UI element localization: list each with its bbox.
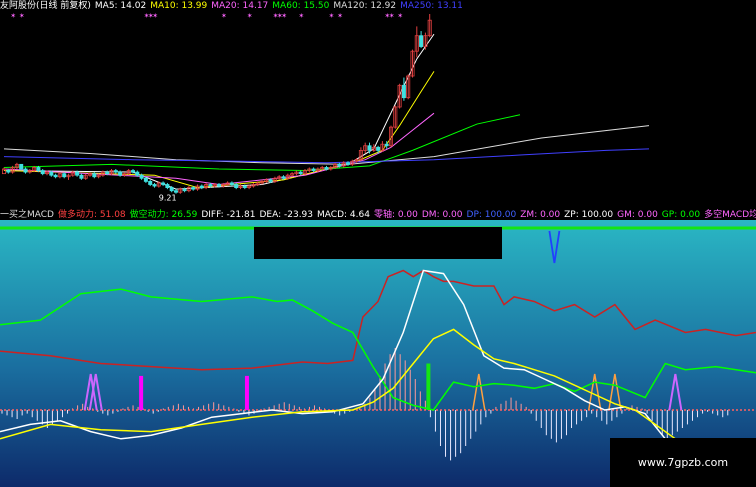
ma-line-MA10 — [3, 71, 435, 189]
price-chart: ✶ ✶ ✶✶✶ ✶ ✶ ✶✶✶ ✶ ✶ ✶ ✶✶ ✶ 9.21 — [2, 12, 650, 202]
candle-body — [118, 171, 123, 176]
candle-body — [130, 170, 135, 173]
candle-body — [40, 170, 45, 175]
indicator-legend-item-12: GP: 0.00 — [661, 210, 701, 220]
candle-body — [191, 187, 196, 190]
candle-body — [298, 171, 303, 175]
candle-body — [49, 171, 54, 176]
price-label: 9.21 — [159, 193, 177, 202]
candle-body — [143, 177, 148, 182]
price-legend-item-0: 友阿股份(日线 前复权) — [0, 1, 91, 11]
candles — [2, 14, 432, 194]
candle-body — [92, 173, 97, 178]
signal-star: ✶ — [19, 12, 25, 20]
candle-body — [234, 184, 239, 188]
candle-body — [324, 167, 329, 170]
candle-body — [36, 167, 41, 171]
signal-star: ✶ — [329, 12, 335, 20]
indicator-legend-item-3: DIFF: -21.81 — [201, 210, 256, 220]
signal-star: ✶ — [221, 12, 227, 20]
candle-body — [337, 163, 342, 167]
signal-star: ✶ — [152, 12, 158, 20]
price-legend-item-1: MA5: 14.02 — [94, 1, 147, 11]
masked-region — [254, 227, 502, 259]
candle-body — [23, 168, 28, 173]
indicator-legend-item-2: 做空动力: 26.59 — [129, 210, 198, 220]
chart-root: ✶ ✶ ✶ ✶ ✶ ✶ ✶ ✶ ✶ ✶ ✶ ✶ ✶ ✶ ✶ ✶ 9.21 友阿股份(日线 前复权) MA5: 1… — [0, 0, 756, 487]
candle-body — [367, 145, 372, 151]
signal-star: ✶ — [247, 12, 253, 20]
indicator-legend-item-7: DM: 0.00 — [421, 210, 463, 220]
candle-body — [199, 185, 204, 189]
candle-body — [53, 174, 58, 178]
indicator-legend-item-10: ZP: 100.00 — [564, 210, 614, 220]
signal-star: ✶ — [337, 12, 343, 20]
candle-body — [139, 174, 144, 179]
candle-body — [242, 185, 247, 189]
candle-body — [419, 35, 424, 47]
candle-body — [182, 188, 187, 192]
indicator-legend-item-5: MACD: 4.64 — [317, 210, 370, 220]
candle-body — [113, 170, 118, 173]
indicator-legend-item-6: 零轴: 0.00 — [373, 210, 418, 220]
candle-body — [208, 184, 213, 187]
price-legend: 友阿股份(日线 前复权) MA5: 14.02 MA10: 13.99 MA20: 1… — [0, 0, 467, 12]
price-legend-item-6: MA250: 13.11 — [400, 1, 463, 11]
candle-body — [62, 173, 67, 178]
indicator-legend-item-11: GM: 0.00 — [617, 210, 658, 220]
watermark-text: www.7gpzb.com — [610, 438, 756, 487]
candle-body — [79, 174, 84, 179]
magenta-signal-bar — [244, 375, 249, 410]
price-legend-item-3: MA20: 14.17 — [211, 1, 269, 11]
indicator-legend-item-1: 做多动力: 51.08 — [57, 210, 126, 220]
candle-body — [173, 190, 178, 193]
candle-body — [229, 182, 234, 185]
magenta-signal-bar — [139, 375, 144, 410]
price-legend-item-2: MA10: 13.99 — [150, 1, 208, 11]
candle-body — [268, 179, 273, 182]
indicator-legend-item-0: 一买之MACD — [0, 210, 54, 220]
price-legend-item-4: MA60: 15.50 — [272, 1, 330, 11]
candle-body — [384, 143, 389, 147]
candle-body — [169, 187, 174, 192]
candle-body — [311, 168, 316, 171]
candle-body — [216, 184, 221, 187]
ma-line-MA250 — [3, 148, 650, 164]
candle-body — [376, 146, 381, 151]
green-signal-bar — [426, 363, 431, 410]
signal-star: ✶ — [389, 12, 395, 20]
candle-body — [345, 162, 350, 165]
indicator-legend-item-4: DEA: -23.93 — [259, 210, 314, 220]
indicator-legend-item-9: ZM: 0.00 — [520, 210, 561, 220]
candle-body — [165, 184, 170, 188]
candle-body — [6, 170, 11, 173]
candle-body — [135, 171, 140, 176]
signal-star: ✶ — [397, 12, 403, 20]
ma-line-MA60 — [3, 114, 521, 172]
candle-body — [19, 163, 24, 170]
price-legend-item-5: MA120: 12.92 — [333, 1, 397, 11]
candle-body — [152, 184, 157, 187]
signal-star: ✶ — [10, 12, 16, 20]
indicator-legend-item-13: 多空MACD均线: 100.00 — [704, 210, 756, 220]
candle-body — [75, 171, 80, 176]
signal-star: ✶ — [298, 12, 304, 20]
signal-stars: ✶ ✶ ✶✶✶ ✶ ✶ ✶✶✶ ✶ ✶ ✶ ✶✶ ✶ — [10, 12, 403, 20]
candle-body — [401, 84, 406, 99]
candle-body — [148, 180, 153, 185]
indicator-legend-item-8: DP: 100.00 — [466, 210, 517, 220]
candle-body — [281, 176, 286, 179]
signal-star: ✶ — [281, 12, 287, 20]
candle-body — [161, 182, 166, 185]
candle-body — [105, 171, 110, 175]
